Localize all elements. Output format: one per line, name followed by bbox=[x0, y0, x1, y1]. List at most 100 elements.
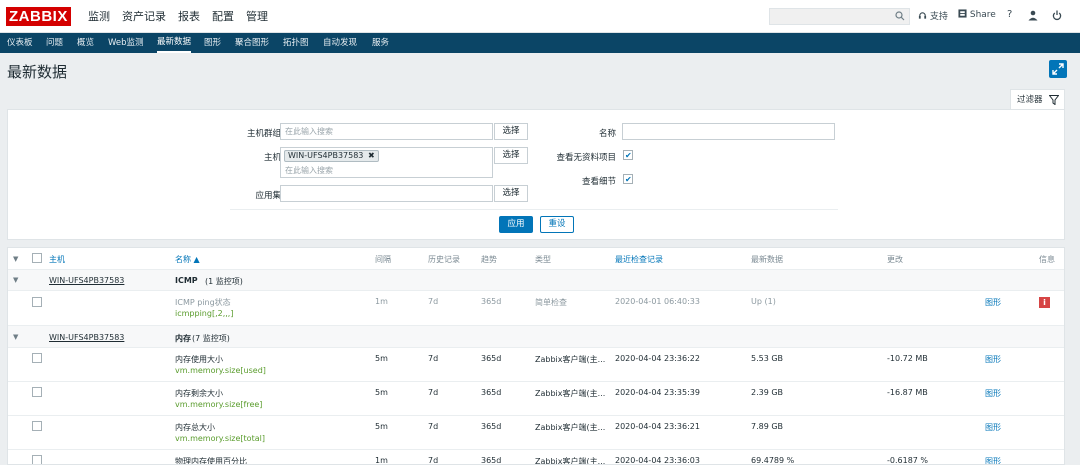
row-checkbox[interactable] bbox=[32, 455, 42, 464]
filter-tab[interactable]: 过滤器 bbox=[1010, 89, 1065, 109]
item-trends: 365d bbox=[481, 456, 502, 465]
collapse-all-icon[interactable]: ▼ bbox=[13, 255, 18, 263]
filter-divider bbox=[230, 209, 838, 210]
show-no-data-label: 查看无资料项目 bbox=[556, 153, 616, 163]
table-row: 物理内存使用百分比 1m 7d 365d Zabbix客户端(主... 2020… bbox=[8, 450, 1064, 465]
collapse-group-icon[interactable]: ▼ bbox=[13, 276, 18, 284]
page-title: 最新数据 bbox=[7, 63, 68, 81]
item-key: vm.memory.size[used] bbox=[175, 366, 266, 375]
show-no-data-checkbox[interactable]: ✔ bbox=[623, 150, 633, 160]
col-name[interactable]: 名称 ▲ bbox=[175, 254, 200, 265]
subnav-latest-data[interactable]: 最新数据 bbox=[157, 33, 192, 53]
name-label: 名称 bbox=[598, 129, 616, 139]
graph-link[interactable]: 图形 bbox=[985, 354, 1001, 365]
graph-link[interactable]: 图形 bbox=[985, 388, 1001, 399]
item-last-value: Up (1) bbox=[751, 297, 776, 306]
subnav-dashboard[interactable]: 仪表板 bbox=[7, 33, 33, 53]
graph-link[interactable]: 图形 bbox=[985, 297, 1001, 308]
item-key: icmpping[,2,,,] bbox=[175, 309, 234, 318]
graph-link[interactable]: 图形 bbox=[985, 422, 1001, 433]
info-icon[interactable]: i bbox=[1039, 297, 1050, 308]
host-group-select-button[interactable]: 选择 bbox=[494, 123, 528, 140]
nav-reports[interactable]: 报表 bbox=[172, 0, 206, 33]
item-change: -0.6187 % bbox=[887, 456, 929, 465]
subnav-graphs[interactable]: 图形 bbox=[204, 33, 221, 53]
table-row: 内存总大小 vm.memory.size[total] 5m 7d 365d Z… bbox=[8, 416, 1064, 450]
group-host-link[interactable]: WIN-UFS4PB37583 bbox=[49, 333, 124, 342]
item-key: vm.memory.size[total] bbox=[175, 434, 265, 443]
item-history: 7d bbox=[428, 456, 439, 465]
zabbix-logo[interactable]: ZABBIX bbox=[6, 7, 71, 26]
group-host-link[interactable]: WIN-UFS4PB37583 bbox=[49, 276, 124, 285]
row-checkbox[interactable] bbox=[32, 421, 42, 431]
row-checkbox[interactable] bbox=[32, 387, 42, 397]
nav-configuration[interactable]: 配置 bbox=[206, 0, 240, 33]
collapse-group-icon[interactable]: ▼ bbox=[13, 333, 18, 341]
item-history: 7d bbox=[428, 354, 439, 363]
row-checkbox[interactable] bbox=[32, 353, 42, 363]
host-select-button[interactable]: 选择 bbox=[494, 147, 528, 164]
subnav-problems[interactable]: 问题 bbox=[46, 33, 63, 53]
item-name: ICMP ping状态 bbox=[175, 298, 231, 307]
host-tag-label: WIN-UFS4PB37583 bbox=[288, 151, 364, 160]
apply-button[interactable]: 应用 bbox=[499, 216, 533, 233]
filter-tab-label: 过滤器 bbox=[1017, 95, 1043, 105]
sign-out-icon[interactable] bbox=[1052, 10, 1062, 21]
item-history: 7d bbox=[428, 422, 439, 431]
item-last-value: 69.4789 % bbox=[751, 456, 795, 465]
remove-tag-icon[interactable]: ✖ bbox=[368, 151, 375, 160]
item-name: 内存总大小 bbox=[175, 423, 215, 432]
subnav-web[interactable]: Web监测 bbox=[108, 33, 144, 53]
search-icon[interactable] bbox=[895, 11, 905, 21]
check-icon: ✔ bbox=[625, 151, 632, 160]
select-all-checkbox[interactable] bbox=[32, 253, 42, 263]
check-icon: ✔ bbox=[625, 175, 632, 184]
item-change: -16.87 MB bbox=[887, 388, 928, 397]
nav-inventory[interactable]: 资产记录 bbox=[116, 0, 172, 33]
graph-link[interactable]: 图形 bbox=[985, 456, 1001, 464]
nav-monitoring[interactable]: 监测 bbox=[82, 0, 116, 33]
col-last-value: 最新数据 bbox=[751, 255, 783, 264]
group-app-name: 内存 bbox=[175, 334, 191, 343]
col-host[interactable]: 主机 bbox=[49, 254, 65, 265]
application-label: 应用集 bbox=[255, 191, 281, 201]
fullscreen-button[interactable] bbox=[1049, 60, 1067, 78]
col-last-check[interactable]: 最近检查记录 bbox=[615, 254, 663, 265]
name-input[interactable] bbox=[622, 123, 835, 140]
item-last-check: 2020-04-01 06:40:33 bbox=[615, 297, 700, 306]
item-interval: 5m bbox=[375, 422, 388, 431]
item-type: 简单检查 bbox=[535, 298, 567, 307]
item-history: 7d bbox=[428, 297, 439, 306]
subnav-overview[interactable]: 概览 bbox=[77, 33, 94, 53]
latest-data-table: ▼ 主机 名称 ▲ 间隔 历史记录 趋势 类型 最近检查记录 最新数据 更改 信… bbox=[7, 247, 1065, 465]
subnav-services[interactable]: 服务 bbox=[372, 33, 389, 53]
support-link[interactable]: 支持 bbox=[918, 9, 948, 22]
host-group-label: 主机群组 bbox=[246, 129, 281, 139]
subnav-screens[interactable]: 聚合图形 bbox=[235, 33, 269, 53]
item-interval: 5m bbox=[375, 354, 388, 363]
nav-administration[interactable]: 管理 bbox=[240, 0, 274, 33]
table-row: 内存使用大小 vm.memory.size[used] 5m 7d 365d Z… bbox=[8, 348, 1064, 382]
application-input[interactable] bbox=[280, 185, 493, 202]
search-input[interactable] bbox=[769, 8, 910, 25]
filter-icon bbox=[1049, 95, 1059, 105]
item-trends: 365d bbox=[481, 388, 502, 397]
subnav-discovery[interactable]: 自动发现 bbox=[323, 33, 357, 53]
show-details-checkbox[interactable]: ✔ bbox=[623, 174, 633, 184]
group-row: ▼ WIN-UFS4PB37583 内存 (7 监控项) bbox=[8, 326, 1064, 348]
group-item-count: (7 监控项) bbox=[192, 334, 230, 343]
top-bar: ZABBIX 监测 资产记录 报表 配置 管理 支持 Share ? bbox=[0, 0, 1080, 33]
reset-button[interactable]: 重设 bbox=[540, 216, 574, 233]
user-profile-icon[interactable] bbox=[1028, 10, 1038, 21]
support-label: 支持 bbox=[929, 12, 948, 22]
table-row: 内存剩余大小 vm.memory.size[free] 5m 7d 365d Z… bbox=[8, 382, 1064, 416]
row-checkbox[interactable] bbox=[32, 297, 42, 307]
host-group-input[interactable]: 在此输入搜索 bbox=[280, 123, 493, 140]
item-type: Zabbix客户端(主... bbox=[535, 355, 606, 364]
subnav-maps[interactable]: 拓扑图 bbox=[283, 33, 309, 53]
help-icon[interactable]: ? bbox=[1007, 9, 1012, 20]
group-row: ▼ WIN-UFS4PB37583 ICMP (1 监控项) bbox=[8, 270, 1064, 291]
application-select-button[interactable]: 选择 bbox=[494, 185, 528, 202]
item-interval: 5m bbox=[375, 388, 388, 397]
share-link[interactable]: Share bbox=[958, 9, 996, 20]
